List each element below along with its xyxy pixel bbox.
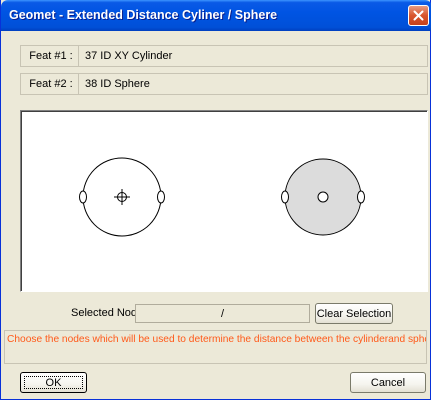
cancel-button[interactable]: Cancel [350,372,426,393]
feat-2-value: 38 ID Sphere [78,74,427,94]
cylinder-right-node[interactable] [157,190,165,204]
node-selection-canvas[interactable] [20,110,428,292]
sphere-right-node[interactable] [357,190,365,204]
cylinder-center-node[interactable] [114,189,130,205]
clear-selection-button[interactable]: Clear Selection [315,303,393,324]
close-button[interactable] [408,5,429,26]
feat-2-label: Feat #2 : [29,78,73,90]
feat-1-value: 37 ID XY Cylinder [78,46,427,66]
feat-2-row: Feat #2 : 38 ID Sphere [20,73,428,95]
sphere-left-node[interactable] [281,190,289,204]
sphere-center-node[interactable] [317,191,329,203]
close-icon [413,10,424,21]
selected-nodes-field: / [135,304,310,323]
ok-button-label: OK [45,377,62,389]
instruction-message: Choose the nodes which will be used to d… [4,330,427,364]
selected-nodes-label: Selected Nodes : [71,307,155,319]
feat-1-label: Feat #1 : [29,50,73,62]
feat-1-row: Feat #1 : 37 ID XY Cylinder [20,45,428,67]
cylinder-left-node[interactable] [79,190,87,204]
diagram-svg [79,157,365,237]
window-title: Geomet - Extended Distance Cyliner / Sph… [9,8,278,22]
ok-button[interactable]: OK [20,372,87,393]
title-bar[interactable]: Geomet - Extended Distance Cyliner / Sph… [1,0,431,31]
dialog-window: Geomet - Extended Distance Cyliner / Sph… [0,0,431,400]
